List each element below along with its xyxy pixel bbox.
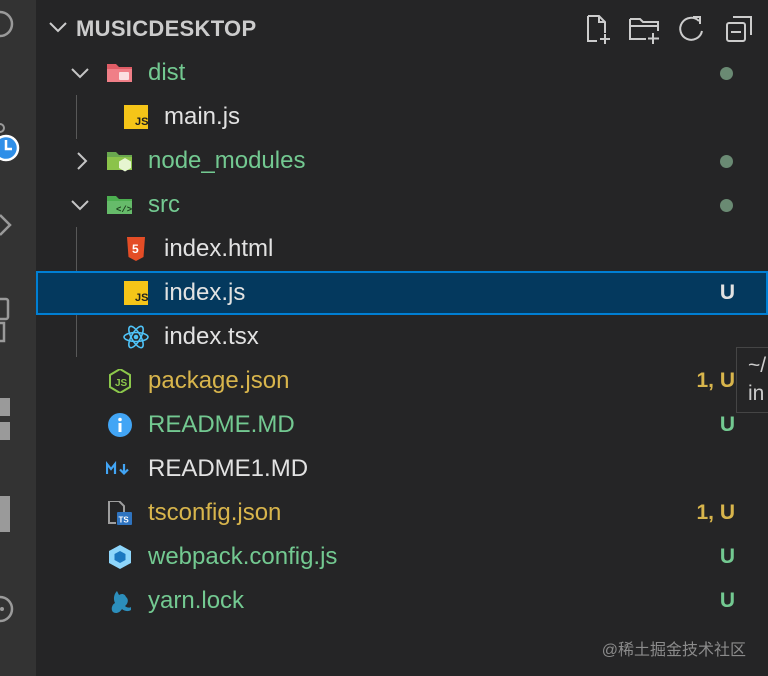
new-file-icon[interactable] (582, 13, 614, 45)
tree-row[interactable]: </> src (36, 183, 768, 227)
tree-row[interactable]: 5 index.html (36, 227, 768, 271)
git-status-badge: U (719, 589, 735, 612)
tree-item-label: index.js (164, 279, 246, 306)
git-status-badge: U (719, 281, 735, 304)
git-status-badge: U (719, 545, 735, 568)
tree-row-selected[interactable]: JS index.js U (36, 271, 768, 315)
svg-text:5: 5 (132, 242, 139, 256)
timeline-clock-icon[interactable] (0, 118, 36, 178)
chevron-down-icon[interactable] (70, 195, 90, 215)
tree-row[interactable]: README.MD U (36, 403, 768, 447)
dist-folder-icon (107, 64, 132, 82)
tree-item-label: index.tsx (164, 323, 259, 350)
panel-icon[interactable] (0, 490, 36, 540)
git-status-dot (720, 199, 733, 212)
nodejs-icon: JS (109, 369, 131, 393)
src-folder-icon: </> (107, 196, 132, 215)
tree-item-label: README1.MD (148, 455, 309, 482)
javascript-icon: JS (124, 105, 148, 129)
activity-partial-icon-1[interactable] (0, 0, 36, 60)
svg-text:TS: TS (119, 516, 130, 525)
svg-text:</>: </> (116, 205, 132, 215)
tree-item-label: README.MD (148, 411, 295, 438)
tree-item-label: webpack.config.js (148, 543, 338, 570)
explorer-header[interactable]: MUSICDESKTOP (36, 0, 768, 58)
tree-row[interactable]: JS main.js (36, 95, 768, 139)
watermark: @稀土掘金技术社区 (601, 642, 746, 659)
git-status-badge: 1, U (696, 369, 735, 392)
tree-item-label: src (148, 191, 180, 218)
tooltip-line-2: in (748, 382, 765, 405)
info-icon (108, 413, 132, 437)
git-status-dot (720, 67, 733, 80)
tree-item-label: index.html (164, 235, 274, 262)
git-status-badge: U (719, 413, 735, 436)
react-icon (123, 325, 149, 349)
svg-text:JS: JS (135, 292, 148, 304)
collapse-all-icon[interactable] (723, 13, 755, 45)
activity-bar (0, 0, 36, 676)
hover-tooltip: ~/ in (736, 347, 768, 413)
node-folder-icon (107, 152, 132, 172)
yarn-icon (111, 591, 131, 613)
tsconfig-icon: TS (108, 501, 132, 525)
svg-text:JS: JS (115, 378, 128, 389)
javascript-icon: JS (124, 281, 148, 305)
chevron-right-icon[interactable] (72, 151, 92, 171)
explorer-title: MUSICDESKTOP (76, 16, 257, 41)
new-folder-icon[interactable] (628, 13, 660, 45)
git-status-badge: 1, U (696, 501, 735, 524)
explorer-panel: MUSICDESKTOP dist JS main.js node_module… (36, 0, 768, 676)
run-debug-icon[interactable] (0, 205, 36, 245)
remote-explorer-icon[interactable] (0, 392, 36, 452)
tooltip-line-1: ~/ (748, 354, 767, 377)
git-status-dot (720, 155, 733, 168)
tree-row[interactable]: index.tsx (36, 315, 768, 359)
tree-item-label: yarn.lock (148, 587, 245, 614)
chevron-down-icon[interactable] (48, 17, 68, 37)
markdown-icon (106, 460, 129, 476)
tree-row[interactable]: TS tsconfig.json 1, U (36, 491, 768, 535)
tree-row[interactable]: yarn.lock U (36, 579, 768, 623)
tree-row[interactable]: README1.MD (36, 447, 768, 491)
tree-item-label: node_modules (148, 147, 306, 174)
account-icon[interactable] (0, 585, 36, 635)
tree-row[interactable]: dist (36, 51, 768, 95)
tree-row[interactable]: JS package.json 1, U (36, 359, 768, 403)
chevron-down-icon[interactable] (70, 63, 90, 83)
extensions-icon[interactable] (0, 295, 36, 355)
tree-item-label: dist (148, 59, 186, 86)
tree-item-label: tsconfig.json (148, 499, 282, 526)
tree-row[interactable]: webpack.config.js U (36, 535, 768, 579)
webpack-icon (109, 545, 131, 569)
html5-icon: 5 (127, 237, 145, 261)
tree-item-label: main.js (164, 103, 241, 130)
refresh-icon[interactable] (675, 13, 707, 45)
tree-item-label: package.json (148, 367, 290, 394)
svg-text:JS: JS (135, 116, 148, 128)
tree-row[interactable]: node_modules (36, 139, 768, 183)
